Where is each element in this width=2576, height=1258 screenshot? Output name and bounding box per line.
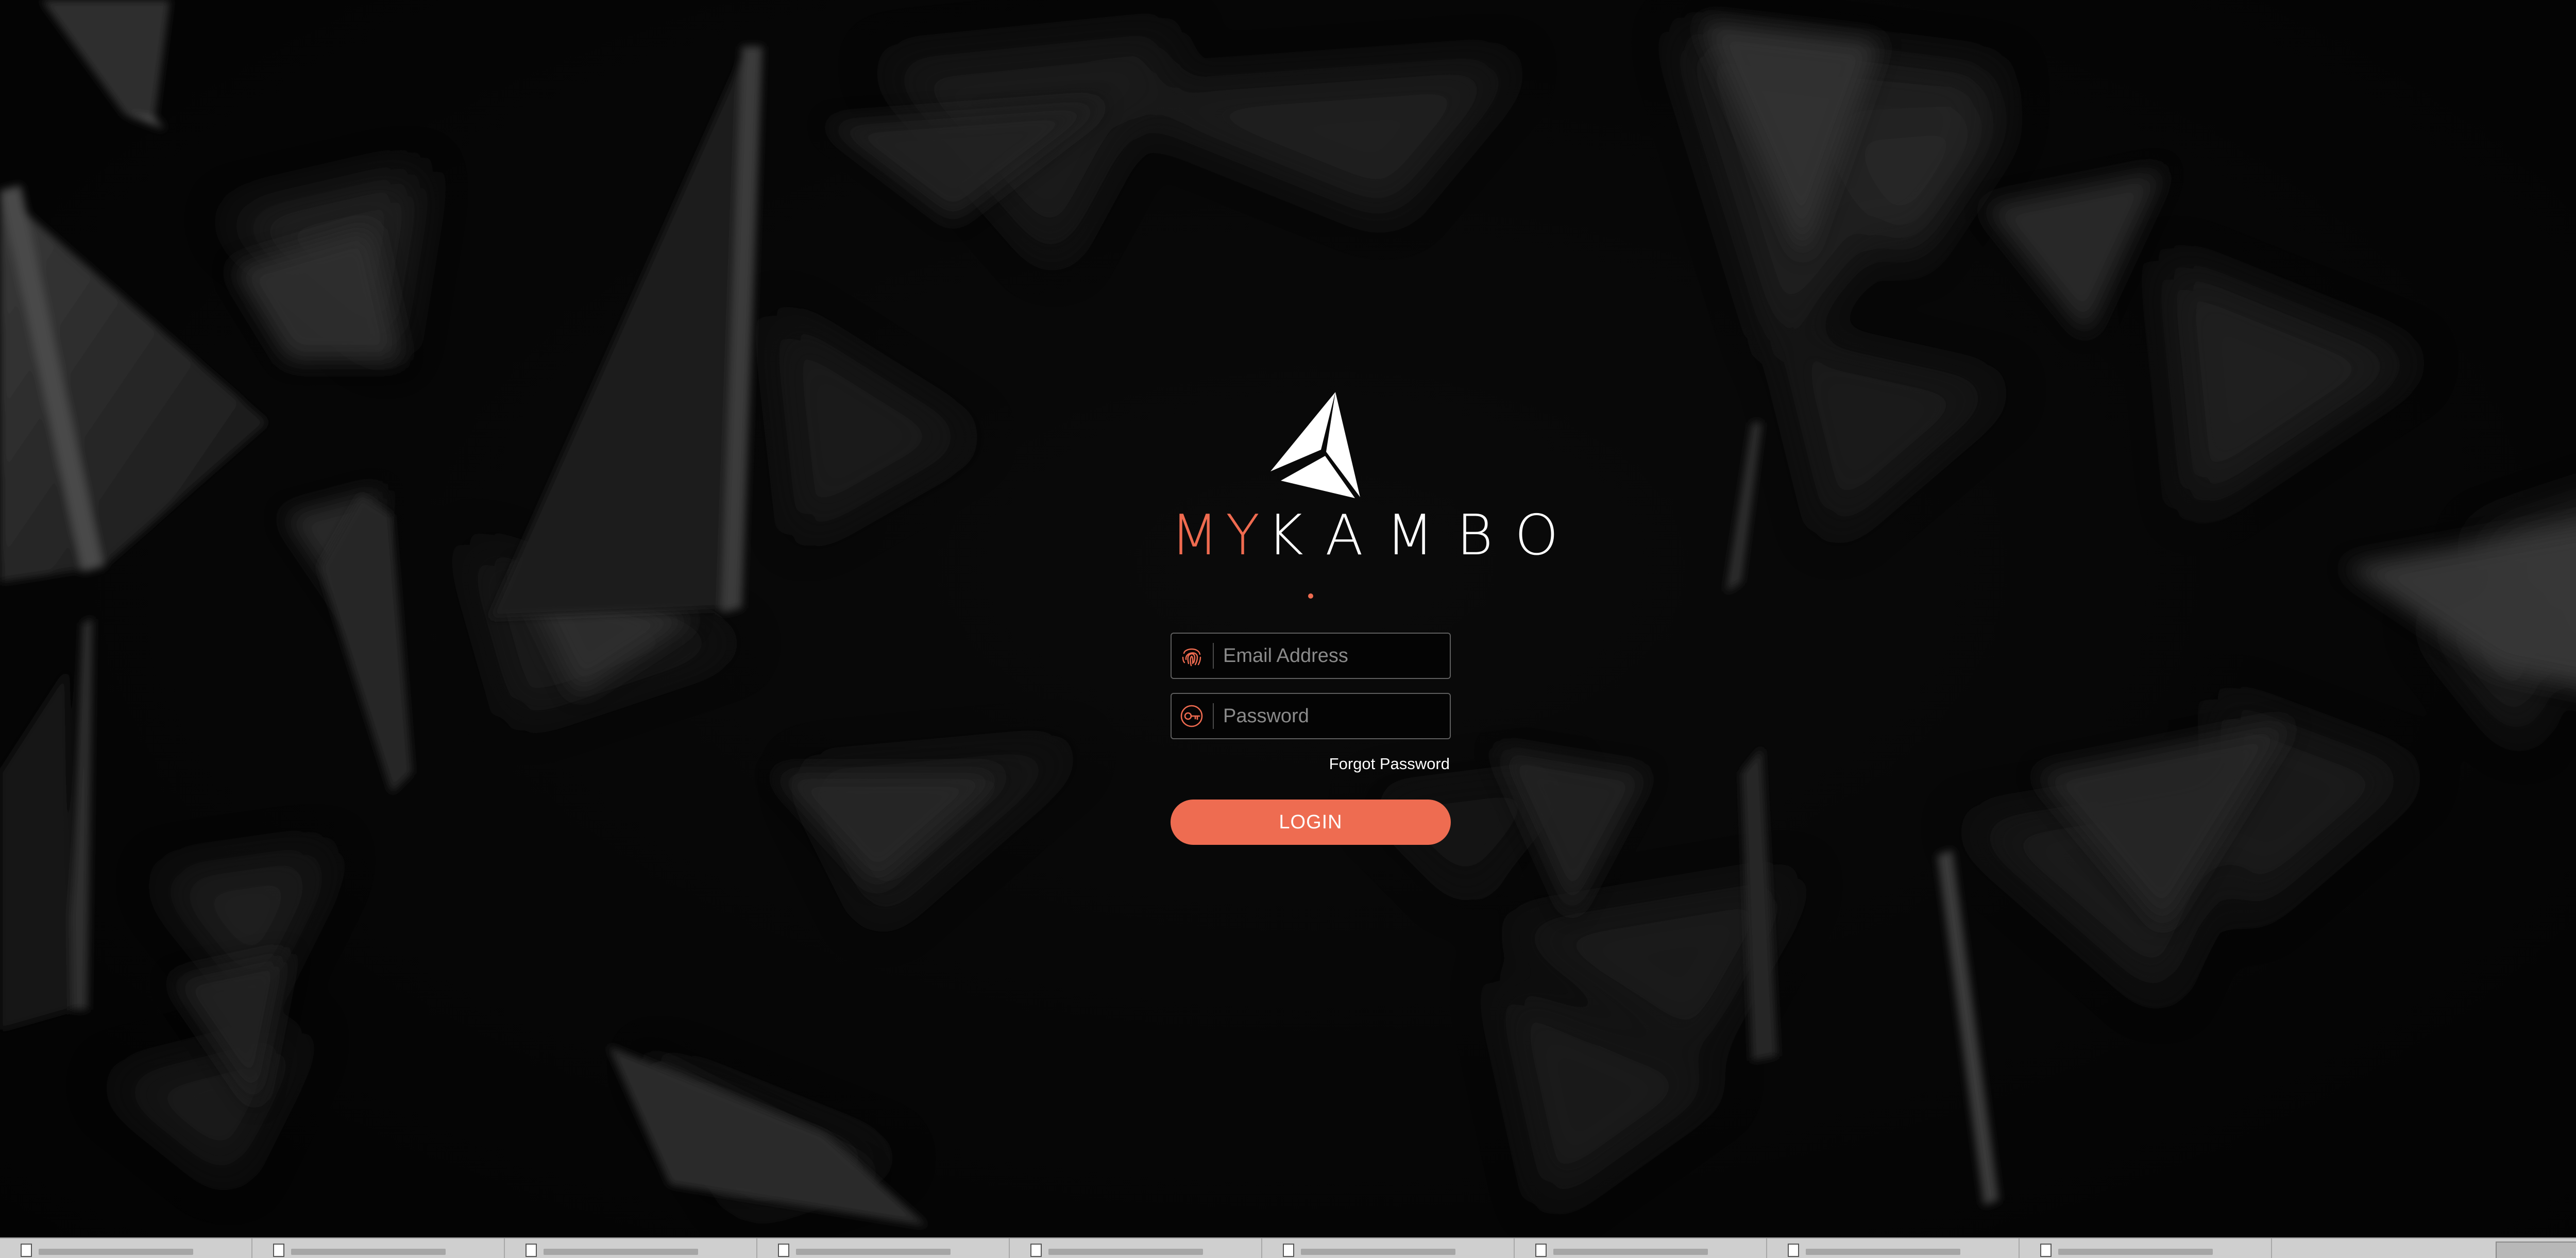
document-icon	[1030, 1244, 1042, 1257]
brand-name-rest: KAMBO	[1267, 503, 1581, 568]
taskbar-item-label-blurred	[1806, 1249, 1960, 1255]
taskbar-item-label-blurred	[796, 1249, 951, 1255]
taskbar	[0, 1237, 2576, 1258]
document-icon	[1535, 1244, 1547, 1257]
email-field[interactable]	[1171, 633, 1451, 679]
key-icon	[1180, 705, 1203, 727]
taskbar-item[interactable]	[2020, 1238, 2272, 1258]
document-icon	[526, 1244, 537, 1257]
login-button[interactable]: LOGIN	[1171, 800, 1451, 845]
fingerprint-icon	[1182, 648, 1201, 667]
document-icon	[1788, 1244, 1799, 1257]
taskbar-item-label-blurred	[544, 1249, 698, 1255]
field-separator	[1213, 643, 1214, 669]
taskbar-item[interactable]	[1262, 1238, 1515, 1258]
taskbar-item[interactable]	[1767, 1238, 2020, 1258]
taskbar-item-label-blurred	[1048, 1249, 1203, 1255]
taskbar-item-label-blurred	[1301, 1249, 1455, 1255]
taskbar-item-label-blurred	[39, 1249, 193, 1255]
document-icon	[1283, 1244, 1294, 1257]
forgot-password-link[interactable]: Forgot Password	[1329, 755, 1450, 773]
field-separator	[1213, 703, 1214, 729]
document-icon	[778, 1244, 789, 1257]
taskbar-item[interactable]	[0, 1238, 252, 1258]
taskbar-item-label-blurred	[2058, 1249, 2213, 1255]
password-field[interactable]	[1171, 693, 1451, 739]
taskbar-item[interactable]	[757, 1238, 1010, 1258]
accent-dot	[1308, 593, 1313, 599]
taskbar-item[interactable]	[1010, 1238, 1262, 1258]
document-icon	[21, 1244, 32, 1257]
document-icon	[273, 1244, 284, 1257]
taskbar-item[interactable]	[505, 1238, 757, 1258]
taskbar-item-label-blurred	[1553, 1249, 1708, 1255]
password-input[interactable]	[1223, 694, 1439, 738]
kambo-logo-icon	[1270, 392, 1360, 498]
taskbar-item[interactable]	[1515, 1238, 1767, 1258]
taskbar-item-label-blurred	[291, 1249, 446, 1255]
brand-name-accent: MY	[1171, 503, 1267, 568]
brand-wordmark: MYKAMBO	[1171, 502, 1558, 569]
login-panel: MYKAMBO Forgot Password L	[1171, 389, 1558, 853]
document-icon	[2040, 1244, 2052, 1257]
taskbar-item[interactable]	[252, 1238, 505, 1258]
taskbar-show-all-button[interactable]	[2496, 1242, 2576, 1258]
login-page: MYKAMBO Forgot Password L	[0, 0, 2576, 1258]
email-input[interactable]	[1223, 634, 1439, 678]
